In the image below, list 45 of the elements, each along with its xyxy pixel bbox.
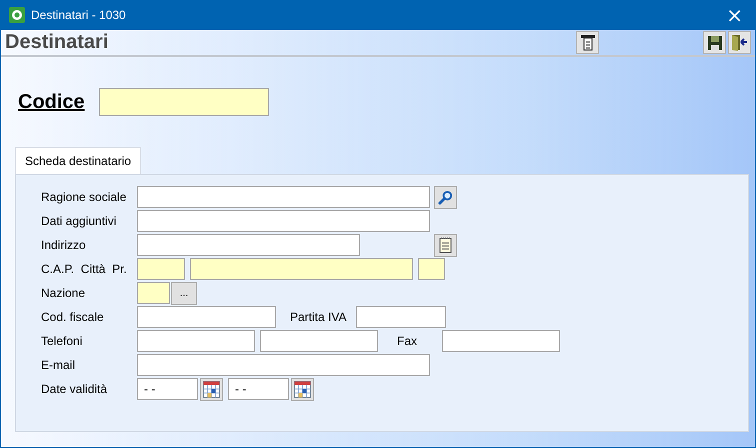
field-label: Indirizzo [41, 238, 87, 252]
field-label: C.A.P. Città Pr. [41, 262, 128, 276]
text-field[interactable] [260, 330, 378, 352]
notes-button[interactable] [434, 234, 457, 256]
text-field[interactable] [356, 306, 446, 328]
text-field[interactable] [418, 258, 445, 280]
calendar-button[interactable] [200, 378, 223, 400]
text-field[interactable] [137, 210, 430, 232]
form-title: Destinatari [5, 31, 110, 54]
code-label: Codice [18, 90, 86, 114]
close-button[interactable]: × [722, 5, 747, 25]
field-label: Date validità [41, 382, 108, 396]
code-field[interactable] [99, 88, 269, 116]
app-icon [9, 7, 25, 23]
text-field[interactable] [137, 186, 430, 208]
field-label: Telefoni [41, 334, 84, 348]
field-label: E-mail [41, 358, 76, 372]
window-title: Destinatari - 1030 [31, 8, 127, 22]
field-label: Ragione sociale [41, 190, 128, 204]
field-label: Fax [397, 334, 418, 348]
calendar-button[interactable] [291, 378, 314, 400]
field-label: Partita IVA [290, 310, 348, 324]
exit-button[interactable] [728, 31, 751, 54]
date-field[interactable]: - - [137, 378, 198, 400]
field-label: Dati aggiuntivi [41, 214, 118, 228]
save-button[interactable] [703, 31, 726, 54]
text-field[interactable] [137, 282, 170, 304]
calendar-icon [294, 380, 311, 398]
field-label: Nazione [41, 286, 86, 300]
text-field[interactable] [190, 258, 413, 280]
search-button[interactable] [434, 186, 457, 208]
notepad-icon [439, 237, 452, 253]
text-field[interactable] [137, 306, 276, 328]
browse-button[interactable]: ... [171, 282, 197, 304]
date-field[interactable]: - - [228, 378, 289, 400]
tab[interactable]: Scheda destinatario [15, 147, 142, 174]
text-field[interactable] [137, 330, 255, 352]
calendar-icon [203, 380, 220, 398]
text-field[interactable] [137, 354, 430, 376]
report-button[interactable] [576, 31, 599, 54]
search-icon [438, 190, 453, 204]
field-label: Cod. fiscale [41, 310, 105, 324]
text-field[interactable] [137, 234, 360, 256]
text-field[interactable] [137, 258, 185, 280]
text-field[interactable] [442, 330, 560, 352]
